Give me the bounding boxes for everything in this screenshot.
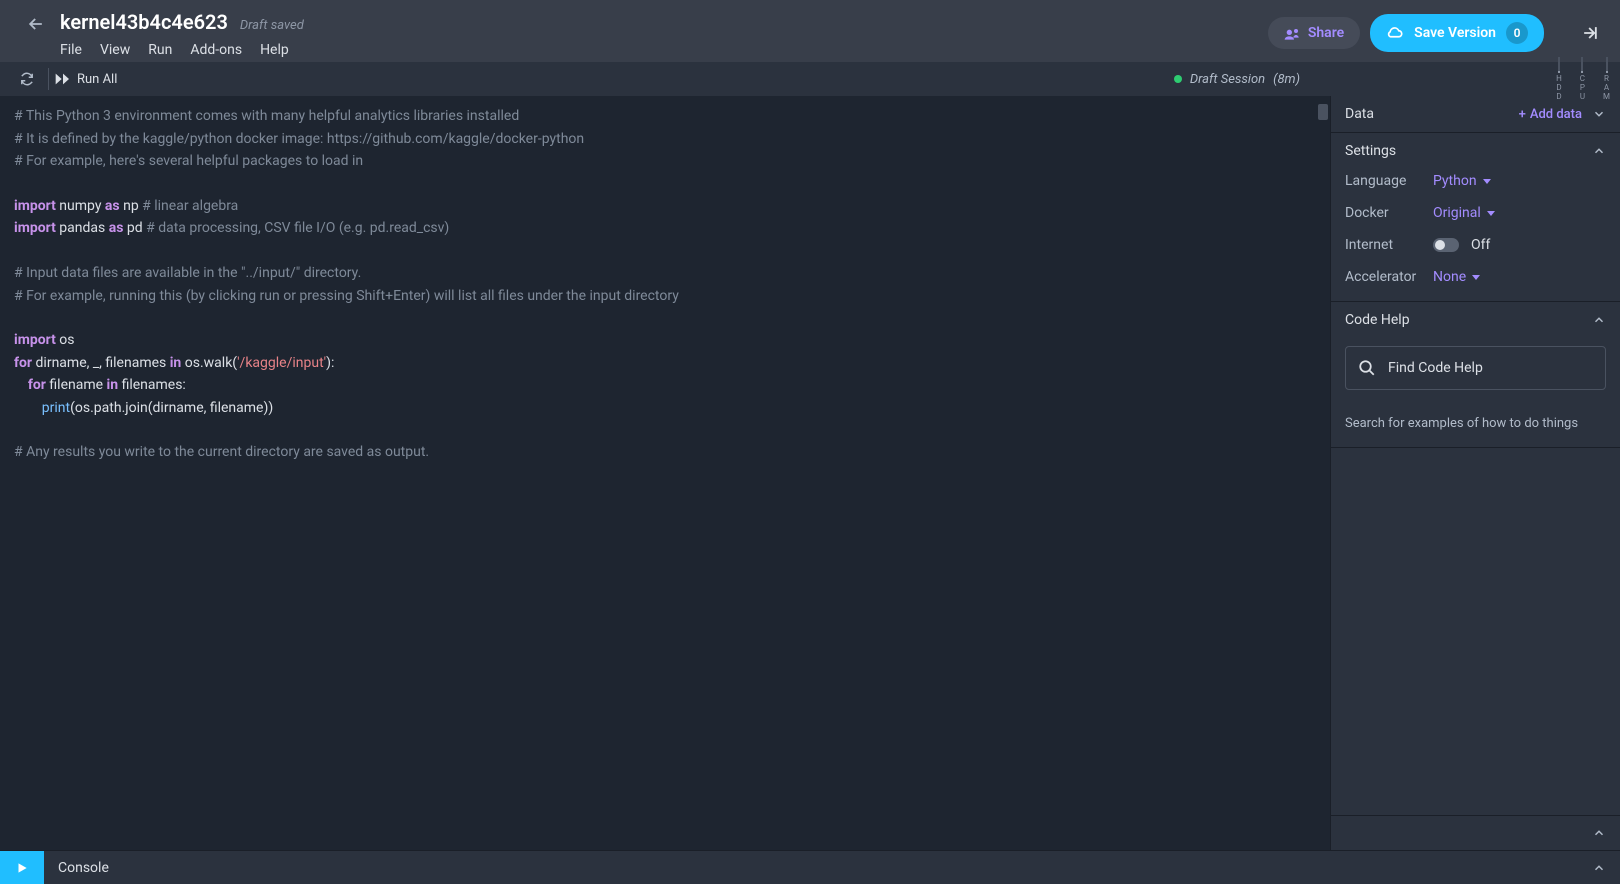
code-help-hint: Search for examples of how to do things xyxy=(1345,416,1606,431)
save-count-badge: 0 xyxy=(1506,22,1528,44)
code-help-panel-header[interactable]: Code Help xyxy=(1331,302,1620,338)
session-time: (8m) xyxy=(1273,72,1300,87)
sidebar-spacer xyxy=(1331,448,1620,815)
code-comment: # Any results you write to the current d… xyxy=(14,444,429,460)
console-bar: Console xyxy=(0,850,1620,884)
data-panel-title: Data xyxy=(1345,106,1374,122)
chevron-up-icon xyxy=(1592,826,1606,840)
header-bar: kernel43b4c4e623 Draft saved File View R… xyxy=(0,0,1620,62)
func: print xyxy=(42,400,70,416)
find-code-help-label: Find Code Help xyxy=(1388,360,1483,376)
console-play-button[interactable] xyxy=(0,851,44,884)
settings-panel: Settings Language Python Docker Original… xyxy=(1331,133,1620,302)
code-editor[interactable]: # This Python 3 environment comes with m… xyxy=(0,96,1330,850)
toolbar: Run All Draft Session (8m) HDD CPU RAM xyxy=(0,62,1620,96)
cloud-icon xyxy=(1386,26,1404,40)
kw: in xyxy=(170,355,182,371)
chevron-up-icon[interactable] xyxy=(1592,144,1606,158)
sidebar-bottom-panel xyxy=(1331,815,1620,850)
sidebar-bottom-toggle[interactable] xyxy=(1331,816,1620,850)
code-comment: # Input data files are available in the … xyxy=(14,265,361,281)
dropdown-icon xyxy=(1483,179,1491,184)
console-chevron-up-icon[interactable] xyxy=(1592,861,1606,875)
kw: as xyxy=(105,198,120,214)
code-comment: # For example, running this (by clicking… xyxy=(14,288,679,304)
restart-icon[interactable] xyxy=(12,72,42,86)
toggle-icon[interactable] xyxy=(1433,238,1459,252)
search-icon xyxy=(1358,359,1376,377)
plus-icon: + xyxy=(1519,107,1526,122)
menu-run[interactable]: Run xyxy=(148,42,172,58)
kw: import xyxy=(14,198,56,214)
code-comment: # This Python 3 environment comes with m… xyxy=(14,108,519,124)
menu-addons[interactable]: Add-ons xyxy=(190,42,242,58)
settings-panel-header[interactable]: Settings xyxy=(1331,133,1620,169)
back-icon[interactable] xyxy=(12,4,60,44)
code-content[interactable]: # This Python 3 environment comes with m… xyxy=(0,96,1330,475)
right-sidebar: Data + Add data Settings Language Python xyxy=(1330,96,1620,850)
share-button[interactable]: Share xyxy=(1268,17,1360,49)
run-all-label: Run All xyxy=(77,72,117,87)
menu-help[interactable]: Help xyxy=(260,42,289,58)
data-panel: Data + Add data xyxy=(1331,96,1620,133)
menu-view[interactable]: View xyxy=(100,42,130,58)
code-comment: # For example, here's several helpful pa… xyxy=(14,153,363,169)
string: '/kaggle/input' xyxy=(237,355,326,371)
kernel-title[interactable]: kernel43b4c4e623 xyxy=(60,10,228,34)
resource-meters: HDD CPU RAM xyxy=(1556,62,1610,96)
chevron-down-icon[interactable] xyxy=(1592,107,1606,121)
code-help-title: Code Help xyxy=(1345,312,1410,328)
console-label[interactable]: Console xyxy=(44,860,123,876)
code-comment: # data processing, CSV file I/O (e.g. pd… xyxy=(146,220,449,236)
fast-forward-icon xyxy=(55,73,71,85)
dropdown-icon xyxy=(1472,275,1480,280)
menu-file[interactable]: File xyxy=(60,42,82,58)
hdd-meter[interactable]: HDD xyxy=(1556,57,1562,101)
save-version-button[interactable]: Save Version 0 xyxy=(1370,14,1544,52)
share-icon xyxy=(1284,26,1300,40)
settings-panel-title: Settings xyxy=(1345,143,1396,159)
add-data-link[interactable]: + Add data xyxy=(1519,107,1582,122)
chevron-up-icon[interactable] xyxy=(1592,313,1606,327)
session-label: Draft Session xyxy=(1190,72,1265,87)
ram-meter[interactable]: RAM xyxy=(1603,57,1610,101)
find-code-help-button[interactable]: Find Code Help xyxy=(1345,346,1606,390)
setting-accelerator[interactable]: Accelerator None xyxy=(1345,269,1606,285)
share-label: Share xyxy=(1308,25,1344,41)
minimap-indicator[interactable] xyxy=(1318,104,1328,120)
kw: import xyxy=(14,332,56,348)
kw: for xyxy=(14,355,32,371)
kw: in xyxy=(107,377,119,393)
session-info: Draft Session (8m) xyxy=(1174,72,1300,87)
run-all-button[interactable]: Run All xyxy=(55,72,117,87)
header-main: kernel43b4c4e623 Draft saved File View R… xyxy=(60,4,304,58)
kw: as xyxy=(109,220,124,236)
save-version-label: Save Version xyxy=(1414,25,1496,41)
setting-internet[interactable]: Internet Off xyxy=(1345,237,1606,253)
dropdown-icon xyxy=(1487,211,1495,216)
session-status-dot xyxy=(1174,75,1182,83)
setting-docker[interactable]: Docker Original xyxy=(1345,205,1606,221)
draft-saved-label: Draft saved xyxy=(240,18,304,33)
data-panel-header[interactable]: Data + Add data xyxy=(1331,96,1620,132)
kw: import xyxy=(14,220,56,236)
code-help-panel: Code Help Find Code Help Search for exam… xyxy=(1331,302,1620,448)
code-comment: # It is defined by the kaggle/python doc… xyxy=(14,131,584,147)
setting-language[interactable]: Language Python xyxy=(1345,173,1606,189)
kw: for xyxy=(28,377,46,393)
code-comment: # linear algebra xyxy=(142,198,238,214)
cpu-meter[interactable]: CPU xyxy=(1580,57,1585,101)
menu-bar: File View Run Add-ons Help xyxy=(60,42,304,58)
collapse-sidebar-icon[interactable] xyxy=(1572,15,1608,51)
toolbar-divider xyxy=(48,68,49,90)
